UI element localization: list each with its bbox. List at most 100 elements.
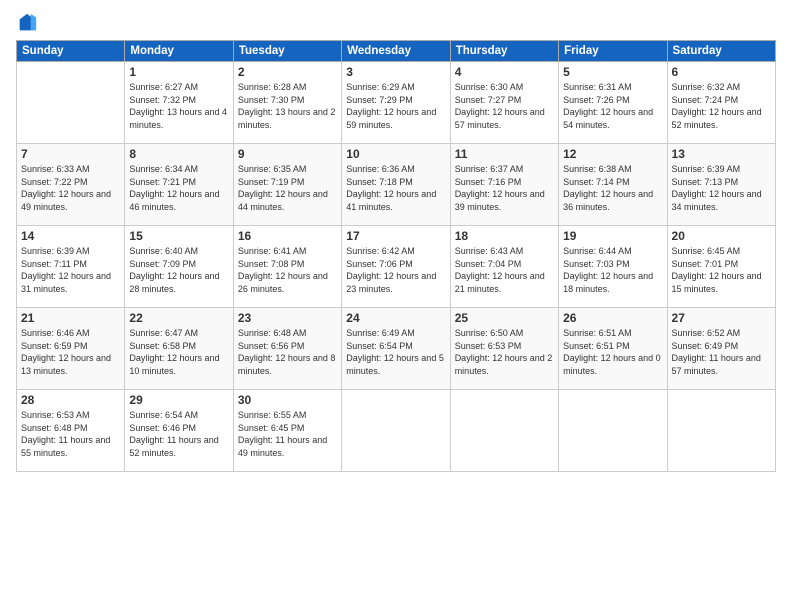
calendar-cell: 9 Sunrise: 6:35 AM Sunset: 7:19 PM Daylig… (233, 144, 341, 226)
day-number: 4 (455, 65, 554, 79)
calendar-cell: 25 Sunrise: 6:50 AM Sunset: 6:53 PM Dayli… (450, 308, 558, 390)
day-number: 16 (238, 229, 337, 243)
day-info: Sunrise: 6:43 AM Sunset: 7:04 PM Dayligh… (455, 245, 554, 295)
calendar-cell: 2 Sunrise: 6:28 AM Sunset: 7:30 PM Daylig… (233, 62, 341, 144)
day-number: 25 (455, 311, 554, 325)
day-number: 17 (346, 229, 445, 243)
header (16, 12, 776, 34)
calendar-cell (559, 390, 667, 472)
day-number: 18 (455, 229, 554, 243)
calendar-cell: 27 Sunrise: 6:52 AM Sunset: 6:49 PM Dayli… (667, 308, 775, 390)
calendar-cell: 13 Sunrise: 6:39 AM Sunset: 7:13 PM Dayli… (667, 144, 775, 226)
calendar-cell: 6 Sunrise: 6:32 AM Sunset: 7:24 PM Daylig… (667, 62, 775, 144)
day-info: Sunrise: 6:54 AM Sunset: 6:46 PM Dayligh… (129, 409, 228, 459)
day-info: Sunrise: 6:49 AM Sunset: 6:54 PM Dayligh… (346, 327, 445, 377)
day-number: 14 (21, 229, 120, 243)
calendar-cell: 20Sunrise: 6:45 AM Sunset: 7:01 PM Dayli… (667, 226, 775, 308)
calendar-cell: 5 Sunrise: 6:31 AM Sunset: 7:26 PM Daylig… (559, 62, 667, 144)
day-number: 27 (672, 311, 771, 325)
day-info: Sunrise: 6:30 AM Sunset: 7:27 PM Dayligh… (455, 81, 554, 131)
day-number: 30 (238, 393, 337, 407)
day-info: Sunrise: 6:27 AM Sunset: 7:32 PM Dayligh… (129, 81, 228, 131)
page: SundayMondayTuesdayWednesdayThursdayFrid… (0, 0, 792, 612)
calendar-cell: 1 Sunrise: 6:27 AM Sunset: 7:32 PM Daylig… (125, 62, 233, 144)
day-info: Sunrise: 6:36 AM Sunset: 7:18 PM Dayligh… (346, 163, 445, 213)
logo-icon (16, 12, 38, 34)
col-header-wednesday: Wednesday (342, 41, 450, 62)
day-number: 28 (21, 393, 120, 407)
calendar-cell (450, 390, 558, 472)
calendar-cell: 29 Sunrise: 6:54 AM Sunset: 6:46 PM Dayli… (125, 390, 233, 472)
day-number: 22 (129, 311, 228, 325)
calendar-cell: 22 Sunrise: 6:47 AM Sunset: 6:58 PM Dayli… (125, 308, 233, 390)
day-number: 21 (21, 311, 120, 325)
calendar-cell: 14 Sunrise: 6:39 AM Sunset: 7:11 PM Dayli… (17, 226, 125, 308)
day-info: Sunrise: 6:32 AM Sunset: 7:24 PM Dayligh… (672, 81, 771, 131)
day-number: 26 (563, 311, 662, 325)
calendar-cell: 19 Sunrise: 6:44 AM Sunset: 7:03 PM Dayli… (559, 226, 667, 308)
day-number: 12 (563, 147, 662, 161)
day-number: 10 (346, 147, 445, 161)
day-info: Sunrise: 6:46 AM Sunset: 6:59 PM Dayligh… (21, 327, 120, 377)
col-header-friday: Friday (559, 41, 667, 62)
day-info: Sunrise: 6:39 AM Sunset: 7:13 PM Dayligh… (672, 163, 771, 213)
calendar-cell: 7 Sunrise: 6:33 AM Sunset: 7:22 PM Daylig… (17, 144, 125, 226)
day-info: Sunrise: 6:47 AM Sunset: 6:58 PM Dayligh… (129, 327, 228, 377)
day-info: Sunrise: 6:42 AM Sunset: 7:06 PM Dayligh… (346, 245, 445, 295)
day-info: Sunrise: 6:38 AM Sunset: 7:14 PM Dayligh… (563, 163, 662, 213)
day-info: Sunrise: 6:40 AM Sunset: 7:09 PM Dayligh… (129, 245, 228, 295)
calendar-cell: 28Sunrise: 6:53 AM Sunset: 6:48 PM Dayli… (17, 390, 125, 472)
col-header-thursday: Thursday (450, 41, 558, 62)
day-info: Sunrise: 6:28 AM Sunset: 7:30 PM Dayligh… (238, 81, 337, 131)
day-number: 24 (346, 311, 445, 325)
week-row: 14 Sunrise: 6:39 AM Sunset: 7:11 PM Dayli… (17, 226, 776, 308)
day-info: Sunrise: 6:29 AM Sunset: 7:29 PM Dayligh… (346, 81, 445, 131)
day-info: Sunrise: 6:48 AM Sunset: 6:56 PM Dayligh… (238, 327, 337, 377)
day-number: 11 (455, 147, 554, 161)
day-number: 1 (129, 65, 228, 79)
day-info: Sunrise: 6:34 AM Sunset: 7:21 PM Dayligh… (129, 163, 228, 213)
day-number: 5 (563, 65, 662, 79)
day-number: 19 (563, 229, 662, 243)
day-info: Sunrise: 6:45 AM Sunset: 7:01 PM Dayligh… (672, 245, 771, 295)
day-number: 23 (238, 311, 337, 325)
calendar-cell: 24 Sunrise: 6:49 AM Sunset: 6:54 PM Dayli… (342, 308, 450, 390)
day-number: 13 (672, 147, 771, 161)
day-number: 29 (129, 393, 228, 407)
day-info: Sunrise: 6:33 AM Sunset: 7:22 PM Dayligh… (21, 163, 120, 213)
day-number: 15 (129, 229, 228, 243)
calendar-cell: 21 Sunrise: 6:46 AM Sunset: 6:59 PM Dayli… (17, 308, 125, 390)
calendar-cell (17, 62, 125, 144)
day-number: 9 (238, 147, 337, 161)
day-info: Sunrise: 6:52 AM Sunset: 6:49 PM Dayligh… (672, 327, 771, 377)
day-number: 2 (238, 65, 337, 79)
calendar-cell: 11 Sunrise: 6:37 AM Sunset: 7:16 PM Dayli… (450, 144, 558, 226)
calendar-cell: 12 Sunrise: 6:38 AM Sunset: 7:14 PM Dayli… (559, 144, 667, 226)
week-row: 7 Sunrise: 6:33 AM Sunset: 7:22 PM Daylig… (17, 144, 776, 226)
week-row: 1 Sunrise: 6:27 AM Sunset: 7:32 PM Daylig… (17, 62, 776, 144)
day-number: 7 (21, 147, 120, 161)
calendar-cell: 16 Sunrise: 6:41 AM Sunset: 7:08 PM Dayli… (233, 226, 341, 308)
day-info: Sunrise: 6:55 AM Sunset: 6:45 PM Dayligh… (238, 409, 337, 459)
day-number: 6 (672, 65, 771, 79)
day-info: Sunrise: 6:50 AM Sunset: 6:53 PM Dayligh… (455, 327, 554, 377)
day-info: Sunrise: 6:37 AM Sunset: 7:16 PM Dayligh… (455, 163, 554, 213)
header-row: SundayMondayTuesdayWednesdayThursdayFrid… (17, 41, 776, 62)
calendar-cell (667, 390, 775, 472)
calendar-cell: 17 Sunrise: 6:42 AM Sunset: 7:06 PM Dayli… (342, 226, 450, 308)
day-info: Sunrise: 6:51 AM Sunset: 6:51 PM Dayligh… (563, 327, 662, 377)
week-row: 28Sunrise: 6:53 AM Sunset: 6:48 PM Dayli… (17, 390, 776, 472)
day-number: 3 (346, 65, 445, 79)
day-info: Sunrise: 6:39 AM Sunset: 7:11 PM Dayligh… (21, 245, 120, 295)
col-header-tuesday: Tuesday (233, 41, 341, 62)
day-info: Sunrise: 6:41 AM Sunset: 7:08 PM Dayligh… (238, 245, 337, 295)
day-info: Sunrise: 6:31 AM Sunset: 7:26 PM Dayligh… (563, 81, 662, 131)
col-header-sunday: Sunday (17, 41, 125, 62)
day-info: Sunrise: 6:44 AM Sunset: 7:03 PM Dayligh… (563, 245, 662, 295)
day-number: 8 (129, 147, 228, 161)
calendar-cell: 15 Sunrise: 6:40 AM Sunset: 7:09 PM Dayli… (125, 226, 233, 308)
calendar-table: SundayMondayTuesdayWednesdayThursdayFrid… (16, 40, 776, 472)
col-header-saturday: Saturday (667, 41, 775, 62)
calendar-cell: 3 Sunrise: 6:29 AM Sunset: 7:29 PM Daylig… (342, 62, 450, 144)
day-info: Sunrise: 6:35 AM Sunset: 7:19 PM Dayligh… (238, 163, 337, 213)
